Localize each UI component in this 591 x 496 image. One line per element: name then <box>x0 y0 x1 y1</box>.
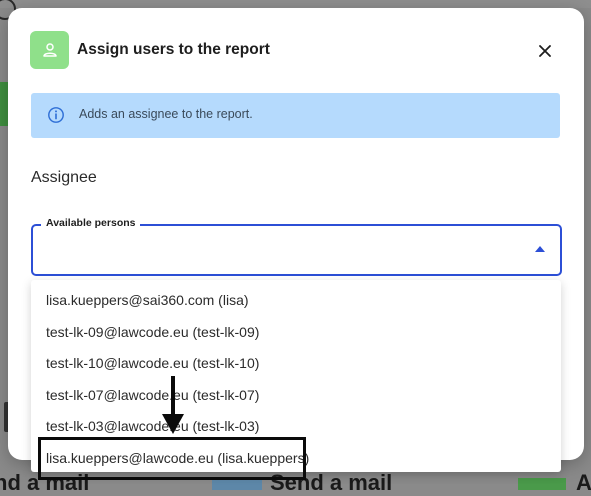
background-blue-chip <box>212 478 262 490</box>
option-item[interactable]: test-lk-07@lawcode.eu (test-lk-07) <box>31 378 561 409</box>
background-send-mail-text-2: Send a mail <box>270 470 393 495</box>
close-button[interactable] <box>534 40 556 62</box>
available-persons-label: Available persons <box>41 217 141 229</box>
available-persons-select[interactable]: Available persons <box>31 217 562 276</box>
available-persons-dropdown: lisa.kueppers@sai360.com (lisa) test-lk-… <box>31 280 561 472</box>
background-app <box>0 0 591 8</box>
title-icon-box <box>30 31 69 69</box>
option-label: lisa.kueppers@lawcode.eu (lisa.kueppers) <box>46 450 310 466</box>
option-label: test-lk-03@lawcode.eu (test-lk-03) <box>46 418 260 434</box>
info-text: Adds an assignee to the report. <box>79 107 253 121</box>
option-item[interactable]: test-lk-03@lawcode.eu (test-lk-03) <box>31 409 561 440</box>
assignee-label: Assignee <box>31 169 97 186</box>
option-item[interactable]: test-lk-09@lawcode.eu (test-lk-09) <box>31 315 561 346</box>
info-icon <box>48 107 64 123</box>
background-text-a: A <box>576 470 591 495</box>
background-send-mail-text: nd a mail <box>0 470 90 495</box>
option-label: test-lk-07@lawcode.eu (test-lk-07) <box>46 387 260 403</box>
info-banner: Adds an assignee to the report. <box>31 93 560 138</box>
option-label: test-lk-10@lawcode.eu (test-lk-10) <box>46 355 260 371</box>
annotation-arrow-head <box>162 414 184 434</box>
close-icon <box>539 45 551 57</box>
caret-up-icon[interactable] <box>535 246 545 252</box>
background-green-chip <box>518 478 566 490</box>
option-item[interactable]: test-lk-10@lawcode.eu (test-lk-10) <box>31 346 561 377</box>
person-icon <box>42 43 57 57</box>
dialog-title: Assign users to the report <box>77 41 270 58</box>
option-label: lisa.kueppers@sai360.com (lisa) <box>46 292 249 308</box>
option-label: test-lk-09@lawcode.eu (test-lk-09) <box>46 324 260 340</box>
option-item-highlighted[interactable]: lisa.kueppers@lawcode.eu (lisa.kueppers) <box>31 441 561 472</box>
option-item[interactable]: lisa.kueppers@sai360.com (lisa) <box>31 283 561 314</box>
